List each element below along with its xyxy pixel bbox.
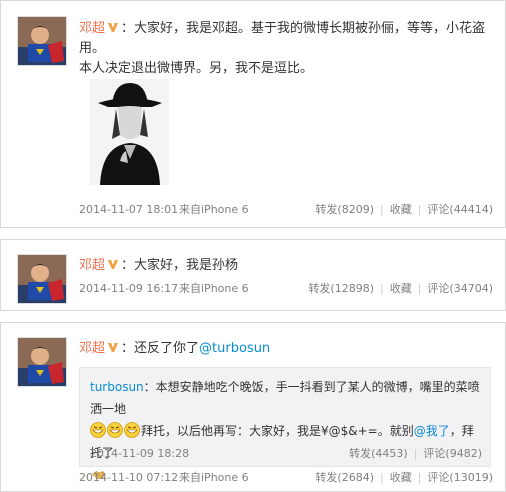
laugh-emoji-icon bbox=[124, 422, 141, 438]
repost-button[interactable]: 转发(12898) bbox=[308, 279, 374, 299]
post-content: 邓超 ：还反了你了@turbosun bbox=[79, 339, 495, 359]
post-photo[interactable] bbox=[90, 79, 169, 185]
author-name[interactable]: 邓超 bbox=[79, 258, 105, 273]
quoted-time[interactable]: 2014-11-09 18:28 bbox=[90, 447, 189, 460]
verified-v-icon bbox=[105, 21, 121, 36]
post-content: 邓超 ：大家好，我是孙杨 bbox=[79, 256, 495, 276]
weibo-post: 邓超 ：还反了你了@turbosun turbosun：本想安静地吃个晚饭，手一抖… bbox=[0, 322, 506, 492]
post-text: ：还反了你了 bbox=[121, 341, 200, 356]
comment-button[interactable]: 评论(44414) bbox=[427, 200, 493, 220]
avatar[interactable] bbox=[17, 337, 67, 387]
mention-link[interactable]: @我了 bbox=[414, 424, 450, 438]
quoted-footer: 2014-11-09 18:28 转发(4453) | 评论(9482) bbox=[90, 447, 482, 460]
post-text: ：大家好，我是孙杨 bbox=[121, 258, 239, 273]
post-time[interactable]: 2014-11-09 16:17 bbox=[79, 279, 178, 299]
quoted-repost-button[interactable]: 转发(4453) bbox=[349, 447, 408, 460]
post-time[interactable]: 2014-11-07 18:01 bbox=[79, 200, 178, 220]
post-content: 邓超 ：大家好，我是邓超。基于我的微博长期被孙俪，等等，小花盗用。 本人决定退出微… bbox=[79, 19, 495, 79]
repost-button[interactable]: 转发(2684) bbox=[315, 468, 374, 488]
post-source[interactable]: 来自iPhone 6 bbox=[179, 468, 249, 488]
verified-v-icon bbox=[105, 258, 121, 273]
quoted-comment-button[interactable]: 评论(9482) bbox=[423, 447, 482, 460]
post-time[interactable]: 2014-11-10 07:12 bbox=[79, 468, 178, 488]
weibo-post: 邓超 ：大家好，我是邓超。基于我的微博长期被孙俪，等等，小花盗用。 本人决定退出微… bbox=[0, 0, 506, 228]
post-text: ：大家好，我是邓超。基于我的微博长期被孙俪，等等，小花盗用。 bbox=[79, 21, 486, 56]
post-footer: 2014-11-07 18:01 来自iPhone 6 转发(8209) | 收藏 |… bbox=[79, 200, 493, 220]
quoted-post: turbosun：本想安静地吃个晚饭，手一抖看到了某人的微博，嘴里的菜喷洒一地 … bbox=[79, 367, 491, 479]
comment-button[interactable]: 评论(13019) bbox=[427, 468, 493, 488]
author-name[interactable]: 邓超 bbox=[79, 21, 105, 36]
favorite-button[interactable]: 收藏 bbox=[390, 200, 412, 220]
post-text-line2: 本人决定退出微博界。另，我不是逗比。 bbox=[79, 61, 314, 76]
repost-button[interactable]: 转发(8209) bbox=[315, 200, 374, 220]
quoted-line1: ：本想安静地吃个晚饭，手一抖看到了某人的微博，嘴里的菜喷洒一地 bbox=[90, 380, 480, 416]
weibo-post: 邓超 ：大家好，我是孙杨 2014-11-09 16:17 来自iPhone 6 … bbox=[0, 239, 506, 311]
favorite-button[interactable]: 收藏 bbox=[390, 279, 412, 299]
favorite-button[interactable]: 收藏 bbox=[390, 468, 412, 488]
comment-button[interactable]: 评论(34704) bbox=[427, 279, 493, 299]
avatar[interactable] bbox=[17, 16, 67, 66]
post-source[interactable]: 来自iPhone 6 bbox=[179, 200, 249, 220]
quoted-author[interactable]: turbosun bbox=[90, 380, 144, 394]
laugh-emoji-icon bbox=[90, 422, 107, 438]
quoted-line2: 拜托，以后他再写：大家好，我是¥@$&+=。就别 bbox=[141, 424, 414, 438]
post-footer: 2014-11-09 16:17 来自iPhone 6 转发(12898) | 收藏… bbox=[79, 279, 493, 299]
avatar[interactable] bbox=[17, 254, 67, 304]
post-source[interactable]: 来自iPhone 6 bbox=[179, 279, 249, 299]
laugh-emoji-icon bbox=[107, 422, 124, 438]
author-name[interactable]: 邓超 bbox=[79, 341, 105, 356]
verified-v-icon bbox=[105, 341, 121, 356]
mention-link[interactable]: @turbosun bbox=[199, 341, 270, 356]
post-footer: 2014-11-10 07:12 来自iPhone 6 转发(2684) | 收藏 |… bbox=[79, 468, 493, 488]
